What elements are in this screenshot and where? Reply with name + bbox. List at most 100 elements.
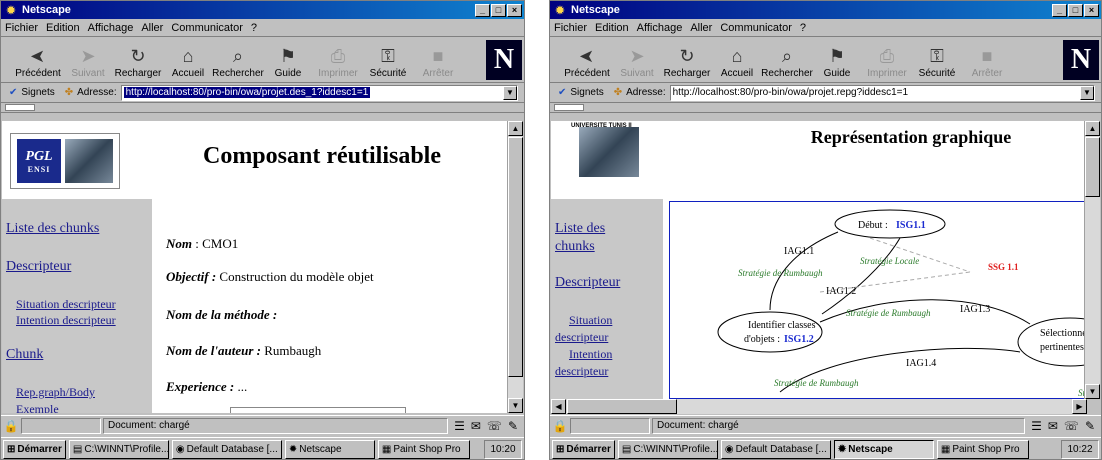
task-paint-shop-pro[interactable]: ▦ Paint Shop Pro xyxy=(936,440,1029,459)
home-icon: ⌂ xyxy=(731,46,743,66)
guide-button[interactable]: ⚑ Guide xyxy=(263,44,313,79)
discussion-icon[interactable]: ☏ xyxy=(487,419,502,433)
vertical-scrollbar[interactable]: ▲ ▼ xyxy=(507,121,523,413)
menu-help[interactable]: ? xyxy=(800,22,806,34)
pgl-logo: PGL ENSI xyxy=(17,139,61,183)
scroll-thumb[interactable] xyxy=(508,137,523,377)
security-lock-icon[interactable]: 🔒 xyxy=(1,419,21,433)
menu-edition[interactable]: Edition xyxy=(595,22,629,34)
start-button[interactable]: ⊞ Démarrer xyxy=(3,440,66,459)
reload-button[interactable]: ↻ Recharger xyxy=(113,44,163,79)
task-netscape[interactable]: ✹ Netscape xyxy=(284,440,375,459)
composer-icon[interactable]: ✎ xyxy=(508,419,518,433)
toolbar-tab[interactable] xyxy=(5,104,35,111)
sidebar-item-chunk-list-2[interactable]: chunks xyxy=(555,239,595,255)
back-button[interactable]: ➤ Précédent xyxy=(13,44,63,79)
scroll-down-icon[interactable]: ▼ xyxy=(508,398,523,413)
netscape-n-logo[interactable]: N xyxy=(486,40,522,80)
reload-button[interactable]: ↻ Recharger xyxy=(662,44,712,79)
print-button[interactable]: ⎙ Imprimer xyxy=(862,44,912,79)
menu-aller[interactable]: Aller xyxy=(690,22,712,34)
menu-fichier[interactable]: Fichier xyxy=(554,22,587,34)
task-explorer[interactable]: ▤ C:\WINNT\Profile... xyxy=(617,440,718,459)
menu-edition[interactable]: Edition xyxy=(46,22,80,34)
menu-fichier[interactable]: Fichier xyxy=(5,22,38,34)
guide-button[interactable]: ⚑ Guide xyxy=(812,44,862,79)
minimize-button[interactable]: _ xyxy=(475,3,490,17)
task-database[interactable]: ◉ Default Database [... xyxy=(171,440,282,459)
security-lock-icon[interactable]: 🔒 xyxy=(550,419,570,433)
menu-help[interactable]: ? xyxy=(251,22,257,34)
sidebar-item-descripteur[interactable]: Descripteur xyxy=(555,275,620,291)
sidebar-item-intention-1[interactable]: Intention xyxy=(569,347,612,362)
scroll-down-icon[interactable]: ▼ xyxy=(1085,384,1100,399)
maximize-button[interactable]: □ xyxy=(1068,3,1083,17)
security-button[interactable]: ⚿ Sécurité xyxy=(363,44,413,79)
menu-affichage[interactable]: Affichage xyxy=(88,22,134,34)
stop-button[interactable]: ■ Arrêter xyxy=(413,44,463,79)
status-text: Document: chargé xyxy=(103,417,449,434)
scroll-thumb[interactable] xyxy=(1085,137,1100,197)
sidebar-item-chunk[interactable]: Chunk xyxy=(6,347,43,363)
task-paint-shop-pro[interactable]: ▦ Paint Shop Pro xyxy=(377,440,470,459)
sidebar-item-rep-graph[interactable]: Rep.graph/Body xyxy=(16,385,95,400)
address-input[interactable]: http://localhost:80/pro-bin/owa/projet.r… xyxy=(669,84,1095,101)
home-button[interactable]: ⌂ Accueil xyxy=(163,44,213,79)
horizontal-scrollbar[interactable]: ◀ ▶ xyxy=(551,399,1087,414)
sidebar-item-situation-1[interactable]: Situation xyxy=(569,313,612,328)
mail-icon[interactable]: ✉ xyxy=(1048,419,1058,433)
search-button[interactable]: ⌕ Rechercher xyxy=(212,44,264,79)
sidebar-item-situation-2[interactable]: descripteur xyxy=(555,330,608,345)
scroll-left-icon[interactable]: ◀ xyxy=(551,399,566,414)
node-identifier[interactable] xyxy=(717,311,823,353)
close-button[interactable]: × xyxy=(507,3,522,17)
toolbar-tab[interactable] xyxy=(554,104,584,111)
sidebar-item-descripteur[interactable]: Descripteur xyxy=(6,259,71,275)
maximize-button[interactable]: □ xyxy=(491,3,506,17)
menu-affichage[interactable]: Affichage xyxy=(637,22,683,34)
menu-aller[interactable]: Aller xyxy=(141,22,163,34)
title-bar[interactable]: ✹ Netscape _ □ × xyxy=(550,1,1101,19)
sidebar-item-intention[interactable]: Intention descripteur xyxy=(16,313,116,328)
forward-button[interactable]: ➤ Suivant xyxy=(63,44,113,79)
hscroll-thumb[interactable] xyxy=(567,399,677,414)
chevron-down-icon[interactable]: ▼ xyxy=(503,85,517,100)
discussion-icon[interactable]: ☏ xyxy=(1064,419,1079,433)
bookmarks-button[interactable]: Signets xyxy=(570,87,603,98)
forward-button[interactable]: ➤ Suivant xyxy=(612,44,662,79)
status-bar: 🔒 Document: chargé ☰ ✉ ☏ ✎ xyxy=(550,415,1101,435)
sidebar-item-intention-2[interactable]: descripteur xyxy=(555,364,608,379)
address-input[interactable]: http://localhost:80/pro-bin/owa/projet.d… xyxy=(120,84,518,101)
start-button[interactable]: ⊞ Démarrer xyxy=(552,440,615,459)
print-button[interactable]: ⎙ Imprimer xyxy=(313,44,363,79)
menu-communicator[interactable]: Communicator xyxy=(171,22,243,34)
vertical-scrollbar[interactable]: ▲ ▼ xyxy=(1084,121,1100,399)
composer-icon[interactable]: ✎ xyxy=(1085,419,1095,433)
security-button[interactable]: ⚿ Sécurité xyxy=(912,44,962,79)
search-button[interactable]: ⌕ Rechercher xyxy=(761,44,813,79)
chevron-down-icon[interactable]: ▼ xyxy=(1080,85,1094,100)
sidebar-item-exemple[interactable]: Exemple xyxy=(16,402,59,413)
back-button[interactable]: ➤ Précédent xyxy=(562,44,612,79)
task-explorer[interactable]: ▤ C:\WINNT\Profile... xyxy=(68,440,169,459)
sidebar-item-chunk-list-1[interactable]: Liste des xyxy=(555,221,605,237)
menu-communicator[interactable]: Communicator xyxy=(720,22,792,34)
home-button[interactable]: ⌂ Accueil xyxy=(712,44,762,79)
sidebar-item-situation[interactable]: Situation descripteur xyxy=(16,297,116,312)
mail-icon[interactable]: ✉ xyxy=(471,419,481,433)
netscape-n-logo[interactable]: N xyxy=(1063,40,1099,80)
bookmarks-button[interactable]: Signets xyxy=(21,87,54,98)
navigator-icon[interactable]: ☰ xyxy=(1031,419,1042,433)
title-bar[interactable]: ✹ Netscape _ □ × xyxy=(1,1,524,19)
sidebar-item-chunk-list[interactable]: Liste des chunks xyxy=(6,221,99,237)
task-netscape[interactable]: ✹ Netscape xyxy=(833,440,934,459)
minimize-button[interactable]: _ xyxy=(1052,3,1067,17)
scroll-up-icon[interactable]: ▲ xyxy=(508,121,523,136)
close-button[interactable]: × xyxy=(1084,3,1099,17)
stop-button[interactable]: ■ Arrêter xyxy=(962,44,1012,79)
scroll-right-icon[interactable]: ▶ xyxy=(1072,399,1087,414)
navigator-icon[interactable]: ☰ xyxy=(454,419,465,433)
node-start[interactable] xyxy=(834,209,946,239)
scroll-up-icon[interactable]: ▲ xyxy=(1085,121,1100,136)
task-database[interactable]: ◉ Default Database [... xyxy=(720,440,831,459)
